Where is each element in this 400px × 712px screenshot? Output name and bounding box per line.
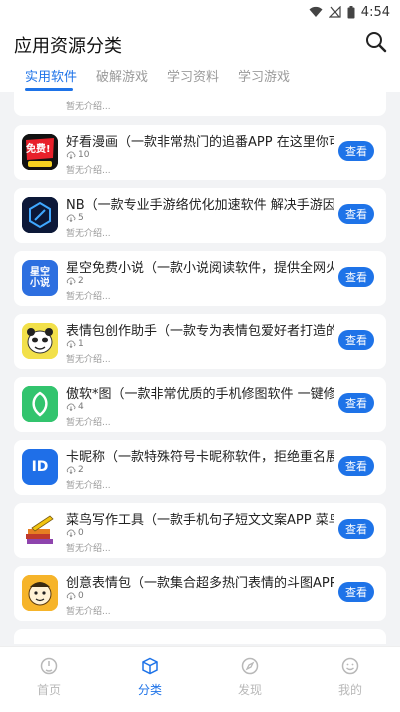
list-item[interactable]: 创意表情包（一款集合超多热门表情的斗图APP 拥 0 暂无介绍... 查看 (14, 566, 386, 621)
cube-logo-icon (22, 197, 58, 233)
app-header: 应用资源分类 (0, 24, 400, 60)
app-name: 卡昵称（一款特殊符号卡昵称软件，拒绝重名展示 (66, 450, 334, 465)
app-desc: 暂无介绍... (66, 544, 111, 554)
app-name: 创意表情包（一款集合超多热门表情的斗图APP 拥 (66, 576, 334, 591)
download-count: 0 (78, 591, 84, 601)
cube-icon (142, 657, 158, 675)
active-tab-indicator (25, 88, 73, 91)
novel-book-icon: 星空 小说 (22, 260, 58, 296)
view-button[interactable]: 查看 (338, 267, 374, 287)
download-stats: 0 (66, 528, 84, 538)
app-desc: 暂无介绍... (66, 355, 111, 365)
bottom-nav: 首页 分类 发现 我的 (0, 646, 400, 712)
view-button[interactable]: 查看 (338, 582, 374, 602)
download-count: 0 (78, 528, 84, 538)
download-stats: 4 (66, 402, 84, 412)
smile-icon (341, 657, 359, 675)
signal-icon (328, 6, 341, 18)
download-cloud-icon (66, 151, 76, 159)
nav-home[interactable]: 首页 (24, 657, 74, 698)
app-name: 菜鸟写作工具（一款手机句子短文文案APP 菜鸟写 (66, 513, 334, 528)
category-tabs: 实用软件 破解游戏 学习资料 学习游戏 (0, 60, 400, 92)
nav-label: 分类 (137, 683, 162, 697)
books-pencil-icon (22, 512, 58, 548)
tab-study-materials[interactable]: 学习资料 (167, 66, 219, 85)
view-button[interactable]: 查看 (338, 456, 374, 476)
view-button[interactable]: 查看 (338, 330, 374, 350)
download-count: 4 (78, 402, 84, 412)
app-desc: 暂无介绍... (66, 229, 111, 239)
app-name: 傲软*图（一款非常优质的手机修图软件 一键修图 (66, 387, 334, 402)
wifi-icon (309, 6, 323, 17)
list-item[interactable]: NB（一款专业手游络优化加速软件 解决手游因络卡 5 暂无介绍... 查看 (14, 188, 386, 243)
app-desc: 暂无介绍... (66, 166, 111, 176)
page-title: 应用资源分类 (14, 36, 122, 57)
download-count: 2 (78, 465, 84, 475)
download-cloud-icon (66, 214, 76, 222)
panda-meme-icon (22, 323, 58, 359)
download-stats: 1 (66, 339, 84, 349)
tab-study-games[interactable]: 学习游戏 (238, 66, 290, 85)
status-bar: 4:54 (0, 0, 400, 24)
download-cloud-icon (66, 340, 76, 348)
search-icon[interactable] (364, 30, 388, 54)
app-desc: 暂无介绍... (66, 102, 111, 112)
app-name: 表情包创作助手（一款专为表情包爱好者打造的制 (66, 324, 334, 339)
list-item[interactable]: ID 卡昵称（一款特殊符号卡昵称软件，拒绝重名展示 2 暂无介绍... 查看 (14, 440, 386, 495)
list-item[interactable]: 免费! 好看漫画（一款非常热门的追番APP 在这里你可以 10 暂无介绍... … (14, 125, 386, 180)
download-count: 5 (78, 213, 84, 223)
download-count: 2 (78, 276, 84, 286)
app-name: 星空免费小说（一款小说阅读软件，提供全网火爆 (66, 261, 334, 276)
status-time: 4:54 (360, 4, 390, 20)
nav-mine[interactable]: 我的 (325, 657, 375, 698)
home-icon (40, 657, 58, 675)
download-stats: 2 (66, 465, 84, 475)
list-item-partial[interactable] (14, 629, 386, 644)
list-item[interactable]: 表情包创作助手（一款专为表情包爱好者打造的制 1 暂无介绍... 查看 (14, 314, 386, 369)
app-name: 好看漫画（一款非常热门的追番APP 在这里你可以 (66, 135, 334, 150)
list-item-partial[interactable]: 暂无介绍... (14, 92, 386, 116)
view-button[interactable]: 查看 (338, 204, 374, 224)
nav-discover[interactable]: 发现 (225, 657, 275, 698)
list-item[interactable]: 傲软*图（一款非常优质的手机修图软件 一键修图 4 暂无介绍... 查看 (14, 377, 386, 432)
download-cloud-icon (66, 277, 76, 285)
green-leaf-icon (22, 386, 58, 422)
app-icon-text: 免费! (26, 144, 51, 155)
view-button[interactable]: 查看 (338, 141, 374, 161)
tab-cracked-games[interactable]: 破解游戏 (96, 66, 148, 85)
view-button[interactable]: 查看 (338, 393, 374, 413)
red-comic-icon: 免费! (22, 134, 58, 170)
id-badge-icon: ID (22, 449, 58, 485)
app-desc: 暂无介绍... (66, 292, 111, 302)
app-name: NB（一款专业手游络优化加速软件 解决手游因络卡 (66, 198, 334, 213)
list-item[interactable]: 星空 小说 星空免费小说（一款小说阅读软件，提供全网火爆 2 暂无介绍... 查… (14, 251, 386, 306)
nav-label: 发现 (237, 683, 262, 697)
view-button[interactable]: 查看 (338, 519, 374, 539)
nav-category[interactable]: 分类 (125, 657, 175, 698)
download-cloud-icon (66, 529, 76, 537)
download-cloud-icon (66, 592, 76, 600)
download-stats: 5 (66, 213, 84, 223)
meme-face-icon (22, 575, 58, 611)
app-desc: 暂无介绍... (66, 607, 111, 617)
download-cloud-icon (66, 466, 76, 474)
list-item[interactable]: 菜鸟写作工具（一款手机句子短文文案APP 菜鸟写 0 暂无介绍... 查看 (14, 503, 386, 558)
app-list[interactable]: 暂无介绍... 免费! 好看漫画（一款非常热门的追番APP 在这里你可以 10 … (0, 92, 400, 644)
app-desc: 暂无介绍... (66, 481, 111, 491)
download-count: 10 (78, 150, 90, 160)
download-stats: 10 (66, 150, 89, 160)
tab-utility-software[interactable]: 实用软件 (25, 66, 77, 85)
download-count: 1 (78, 339, 84, 349)
app-desc: 暂无介绍... (66, 418, 111, 428)
compass-icon (241, 657, 259, 675)
download-stats: 0 (66, 591, 84, 601)
nav-label: 首页 (36, 683, 61, 697)
download-stats: 2 (66, 276, 84, 286)
battery-icon (347, 5, 355, 18)
download-cloud-icon (66, 403, 76, 411)
nav-label: 我的 (337, 683, 362, 697)
